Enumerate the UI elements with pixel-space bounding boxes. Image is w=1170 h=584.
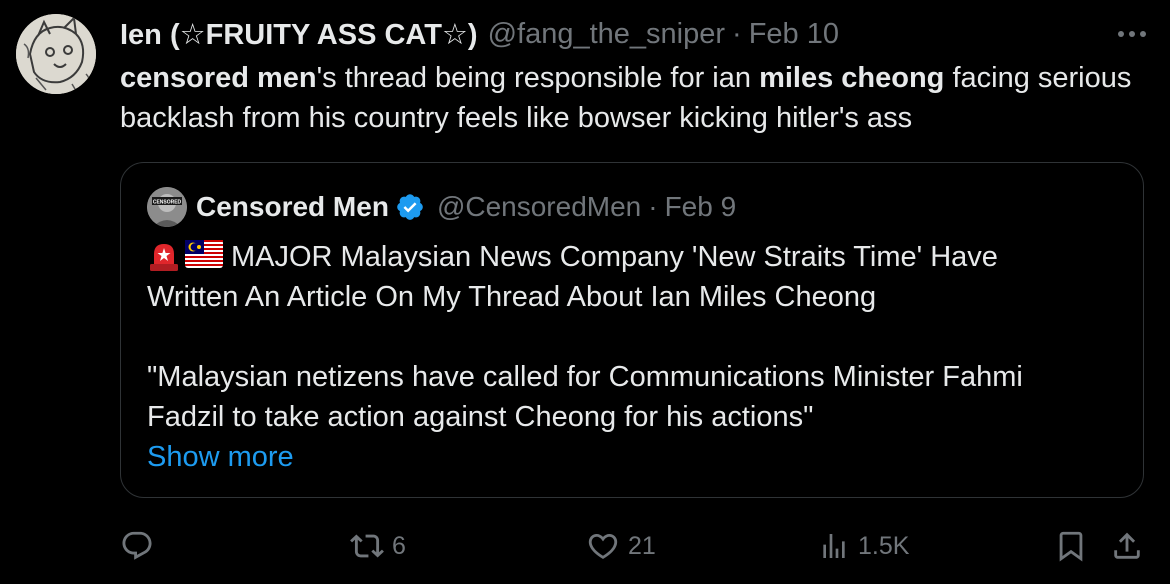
quoted-tweet-date[interactable]: Feb 9 [665, 191, 737, 223]
quoted-separator-dot: · [648, 191, 658, 222]
analytics-icon [823, 534, 845, 558]
show-more-link[interactable]: Show more [147, 437, 1107, 477]
malaysia-flag-icon [185, 240, 223, 268]
author-avatar[interactable] [16, 14, 96, 94]
more-options-button[interactable] [1112, 14, 1152, 54]
views-button[interactable]: 1.5K [818, 526, 909, 566]
share-icon [1114, 532, 1140, 559]
avatar-censored-label: CENSORED [153, 200, 182, 206]
author-display-name[interactable]: Ien (☆FRUITY ASS CAT☆) [120, 17, 478, 52]
quoted-tweet[interactable]: CENSORED Censored Men @CensoredMen · Feb… [120, 162, 1144, 498]
tweet-text-bold-1: censored men [120, 62, 317, 94]
tweet-text: censored men's thread being responsible … [120, 58, 1140, 138]
quoted-author-display-name[interactable]: Censored Men [196, 191, 389, 223]
view-count: 1.5K [858, 531, 910, 560]
quoted-text-line-1: MAJOR Malaysian News Company 'New Strait… [147, 237, 1107, 277]
action-bar: 6 21 1.5K [120, 526, 1150, 566]
more-icon [1118, 31, 1146, 37]
quoted-text-line-4: Fadzil to take action against Cheong for… [147, 401, 814, 433]
like-count: 21 [628, 531, 656, 560]
repost-count: 6 [392, 531, 406, 560]
reply-icon [122, 531, 152, 560]
quoted-text-line-3: "Malaysian netizens have called for Comm… [147, 361, 1023, 393]
emoji-group [147, 240, 223, 272]
repost-icon [350, 534, 384, 558]
separator-dot: · [732, 17, 742, 50]
quoted-tweet-header: CENSORED Censored Men @CensoredMen · Feb… [147, 187, 736, 227]
bookmark-icon [1059, 531, 1083, 562]
quoted-text-line-2: Written An Article On My Thread About Ia… [147, 281, 877, 313]
tweet-header: Ien (☆FRUITY ASS CAT☆) @fang_the_sniper … [120, 14, 839, 54]
tweet-text-bold-2: miles cheong [759, 62, 945, 94]
quoted-text-blank-line [147, 317, 1107, 357]
reply-button[interactable] [120, 526, 162, 566]
cat-drawing-icon [16, 14, 96, 94]
quoted-author-handle[interactable]: @CensoredMen [437, 191, 641, 223]
rotating-light-icon [150, 244, 178, 271]
quoted-author-avatar[interactable]: CENSORED [147, 187, 187, 227]
tweet-date[interactable]: Feb 10 [749, 18, 839, 51]
bookmark-button[interactable] [1054, 526, 1088, 566]
quoted-text-line-1-text: MAJOR Malaysian News Company 'New Strait… [231, 241, 998, 273]
like-button[interactable]: 21 [586, 526, 656, 566]
quoted-tweet-text: MAJOR Malaysian News Company 'New Strait… [147, 237, 1107, 477]
share-button[interactable] [1110, 526, 1144, 566]
author-handle[interactable]: @fang_the_sniper [488, 18, 725, 51]
repost-button[interactable]: 6 [350, 526, 406, 566]
heart-icon [588, 533, 618, 559]
tweet[interactable]: Ien (☆FRUITY ASS CAT☆) @fang_the_sniper … [0, 0, 1170, 584]
verified-badge-icon [395, 192, 425, 222]
tweet-text-segment-2: 's thread being responsible for ian [316, 62, 760, 94]
